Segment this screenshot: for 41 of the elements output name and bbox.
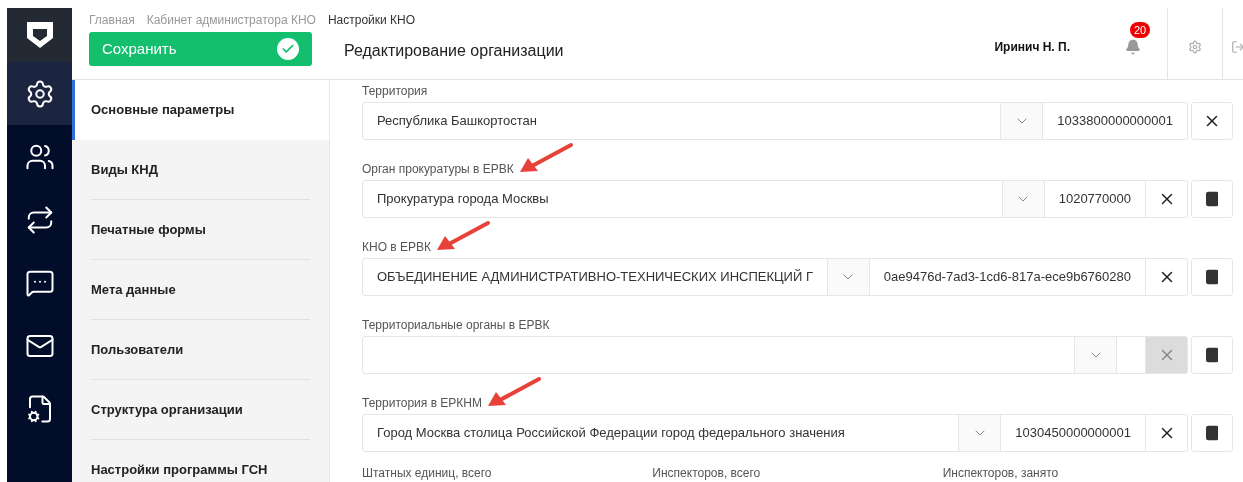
book-button[interactable] [1191,414,1233,452]
select-field[interactable]: Республика Башкортостан 1033800000000001 [362,102,1188,140]
nav-item[interactable]: Структура организации [72,380,329,440]
user-name[interactable]: Иринич Н. П. [994,37,1070,56]
book-icon [1204,269,1220,285]
bell-icon[interactable] [1124,38,1141,55]
book-icon [1204,425,1220,441]
code-field: 1020770000 [1043,181,1145,217]
notification-count: 20 [1130,22,1151,38]
code-field: 1030450000000001 [1000,415,1145,451]
nav-item[interactable]: Основные параметры [72,80,329,140]
nav-item[interactable]: Мета данные [72,260,329,320]
clear-button[interactable] [1191,102,1233,140]
book-button[interactable] [1191,336,1233,374]
check-icon [277,38,299,60]
select-field[interactable]: Город Москва столица Российской Федерации город федерального значения 1030450000000001 [362,414,1188,452]
book-icon [1204,191,1220,207]
nav-item[interactable]: Печатные формы [72,200,329,260]
book-icon [1204,347,1220,363]
book-button[interactable] [1191,258,1233,296]
nav-item[interactable]: Настройки программы ГСН [72,440,329,482]
code-field: 0ae9476d-7ad3-1cd6-817a-ece9b6760280 [868,259,1145,295]
rail-item[interactable] [7,62,72,125]
field-label: Инспекторов, всего [652,465,762,482]
breadcrumb: Настройки КНО [327,12,416,29]
select-field[interactable]: ОБЪЕДИНЕНИЕ АДМИНИСТРАТИВНО-ТЕХНИЧЕСКИХ ИНСПЕКЦИЙ Г 0ae9476d-7ad3-1cd6-817a-ece9b6760280 [362,258,1188,296]
field-label: Штатных единиц, всего [362,465,493,482]
select-field[interactable]: Прокуратура города Москвы 1020770000 [362,180,1188,218]
field-label: Территория в ЕРКНМ [362,395,482,412]
page-title: Редактирование организации [344,41,564,61]
code-field: 1033800000000001 [1042,103,1187,139]
nav-item[interactable]: Пользователи [72,320,329,380]
field-label: КНО в ЕРВК [362,239,432,256]
field-label: Инспекторов, занято [942,465,1060,482]
shield-logo-icon [24,20,55,50]
select-field[interactable] [362,336,1188,374]
field-label: Территориальные органы в ЕРВК [362,317,550,334]
field-label: Территория [362,83,428,100]
field-label: Орган прокуратуры в ЕРВК [362,161,514,178]
nav-item[interactable]: Виды КНД [72,140,329,200]
book-button[interactable] [1191,180,1233,218]
